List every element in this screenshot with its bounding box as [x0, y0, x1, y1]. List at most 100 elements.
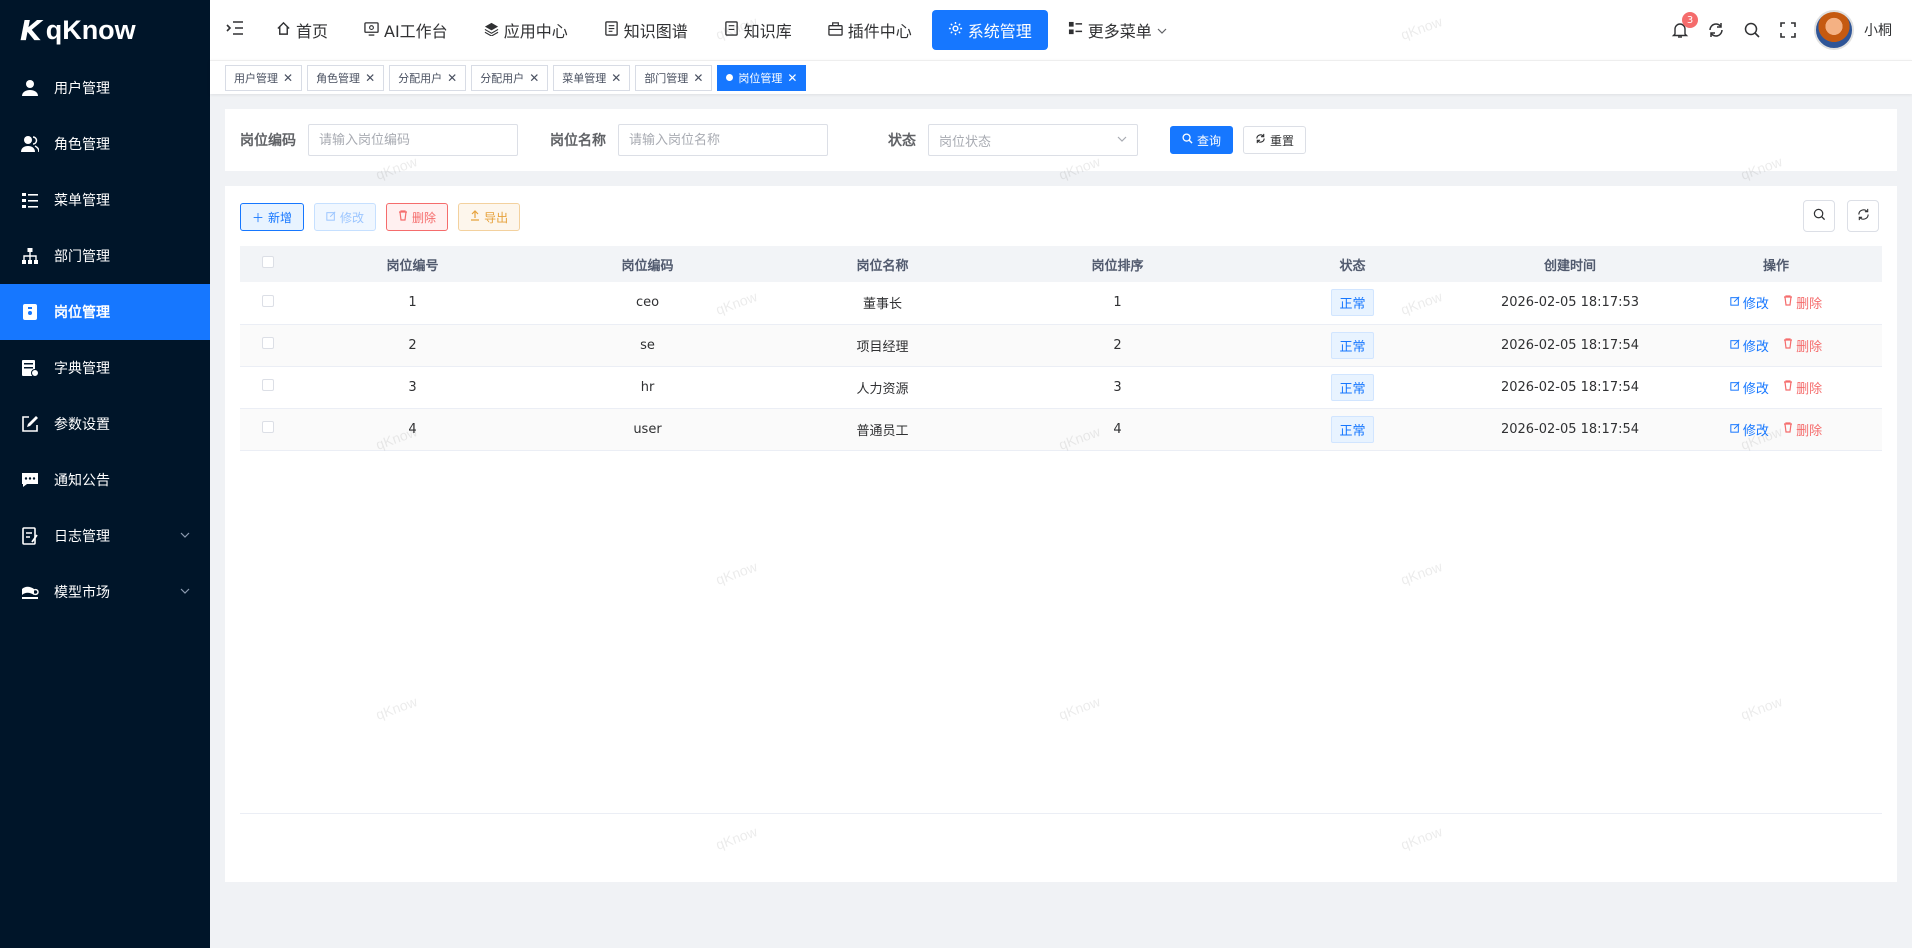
sidebar-item-label: 菜单管理	[54, 193, 110, 209]
nav-ai-workbench[interactable]: AI工作台	[348, 10, 464, 50]
sidebar-item-model-market[interactable]: 模型市场	[0, 564, 210, 620]
app-icon	[484, 21, 499, 40]
sidebar-item-label: 模型市场	[54, 585, 110, 601]
toggle-search-button[interactable]	[1803, 200, 1835, 232]
row-edit-link[interactable]: 修改	[1730, 336, 1769, 355]
row-edit-link[interactable]: 修改	[1730, 293, 1769, 312]
table-row: 4 user 普通员工 4 正常 2026-02-05 18:17:54 修改 …	[240, 408, 1882, 451]
export-button[interactable]: 导出	[458, 203, 521, 231]
post-icon	[20, 302, 40, 322]
nav-label: 知识图谱	[623, 22, 688, 41]
status-badge: 正常	[1331, 289, 1374, 317]
chevron-down-icon	[180, 528, 190, 544]
nav-label: 插件中心	[847, 22, 912, 41]
close-icon[interactable]: ✕	[365, 71, 375, 85]
menu-tree-icon	[20, 190, 40, 210]
post-name-cell: 普通员工	[765, 408, 1000, 451]
sidebar-item-config[interactable]: 参数设置	[0, 396, 210, 452]
sidebar-item-label: 用户管理	[54, 81, 110, 97]
refresh-table-button[interactable]	[1847, 200, 1879, 232]
tag-label: 角色管理	[316, 71, 361, 85]
row-delete-link[interactable]: 删除	[1783, 293, 1822, 312]
row-edit-link[interactable]: 修改	[1730, 420, 1769, 439]
edit-button[interactable]: 修改	[314, 203, 377, 231]
nav-plugin-center[interactable]: 插件中心	[812, 10, 928, 50]
post-name-input[interactable]	[618, 124, 828, 156]
delete-button[interactable]: 删除	[386, 203, 449, 231]
post-name-label: 岗位名称	[550, 133, 606, 149]
avatar[interactable]	[1814, 10, 1854, 50]
row-edit-link[interactable]: 修改	[1730, 378, 1769, 397]
message-icon	[20, 470, 40, 490]
row-checkbox[interactable]	[261, 421, 274, 433]
post-id-cell: 4	[295, 408, 530, 451]
status-select[interactable]: 岗位状态	[928, 124, 1138, 156]
sidebar-item-menu[interactable]: 菜单管理	[0, 172, 210, 228]
sidebar-item-post[interactable]: 岗位管理	[0, 284, 210, 340]
tag-assign-user[interactable]: 分配用户 ✕	[389, 64, 467, 91]
row-checkbox-cell	[240, 408, 295, 451]
row-delete-link[interactable]: 删除	[1783, 420, 1822, 439]
sidebar-item-label: 角色管理	[54, 137, 110, 153]
column-header: 操作	[1670, 246, 1882, 282]
username[interactable]: 小桐	[1864, 20, 1892, 40]
tag-post-management[interactable]: 岗位管理 ✕	[717, 64, 807, 91]
nav-knowledge-base[interactable]: 知识库	[708, 10, 808, 50]
sidebar-item-dept[interactable]: 部门管理	[0, 228, 210, 284]
nav-app-center[interactable]: 应用中心	[468, 10, 584, 50]
sidebar-menu: 用户管理 角色管理 菜单管理 部门管理 岗位管理 字典管理 参数设置 通知公告	[0, 60, 210, 620]
table-tools	[1803, 200, 1879, 232]
nav-system-management[interactable]: 系统管理	[931, 10, 1048, 50]
post-code-cell: se	[530, 324, 765, 367]
status-badge: 正常	[1331, 373, 1374, 401]
trash-icon	[398, 210, 408, 224]
query-button[interactable]: 查询	[1170, 126, 1234, 154]
add-button[interactable]: ＋ 新增	[240, 203, 305, 231]
close-icon[interactable]: ✕	[529, 71, 539, 85]
bell-icon[interactable]: 3	[1670, 12, 1698, 40]
export-button-label: 导出	[484, 210, 509, 225]
fullscreen-icon[interactable]	[1778, 20, 1798, 40]
sidebar-toggle-button[interactable]	[210, 0, 260, 60]
nav-knowledge-graph[interactable]: 知识图谱	[588, 10, 704, 50]
refresh-icon[interactable]	[1706, 20, 1726, 40]
book-icon	[724, 20, 739, 40]
sidebar-item-notice[interactable]: 通知公告	[0, 452, 210, 508]
close-icon[interactable]: ✕	[787, 71, 797, 85]
select-all-checkbox[interactable]	[261, 256, 274, 268]
row-checkbox[interactable]	[261, 294, 274, 307]
search-icon[interactable]	[1742, 20, 1762, 40]
sidebar-item-dict[interactable]: 字典管理	[0, 340, 210, 396]
row-delete-link[interactable]: 删除	[1783, 336, 1822, 355]
sidebar: K qKnow 用户管理 角色管理 菜单管理 部门管理 岗位管理 字典管理 参数…	[0, 0, 210, 948]
tags-view: 用户管理 ✕ 角色管理 ✕ 分配用户 ✕ 分配用户 ✕ 菜单管理 ✕ 部门管理 ✕ 岗位管理…	[210, 60, 1912, 94]
reset-button[interactable]: 重置	[1243, 126, 1307, 154]
tag-assign-user-2[interactable]: 分配用户 ✕	[471, 64, 549, 91]
created-time-cell: 2026-02-05 18:17:54	[1470, 408, 1670, 451]
edit-icon	[326, 210, 336, 224]
close-icon[interactable]: ✕	[447, 71, 457, 85]
tag-menu-management[interactable]: 菜单管理 ✕	[553, 64, 631, 91]
edit-icon	[1730, 380, 1740, 395]
home-icon	[276, 21, 291, 40]
sidebar-item-log[interactable]: 日志管理	[0, 508, 210, 564]
row-checkbox[interactable]	[261, 379, 274, 391]
row-checkbox[interactable]	[261, 337, 274, 349]
post-code-input[interactable]	[308, 124, 518, 156]
sidebar-item-user[interactable]: 用户管理	[0, 60, 210, 116]
row-delete-label: 删除	[1796, 423, 1823, 439]
close-icon[interactable]: ✕	[283, 71, 293, 85]
tag-user-management[interactable]: 用户管理 ✕	[225, 64, 303, 91]
nav-home[interactable]: 首页	[260, 10, 344, 50]
post-code-cell: ceo	[530, 282, 765, 325]
sidebar-item-role[interactable]: 角色管理	[0, 116, 210, 172]
tag-role-management[interactable]: 角色管理 ✕	[307, 64, 385, 91]
close-icon[interactable]: ✕	[611, 71, 621, 85]
ai-icon	[364, 21, 379, 40]
row-delete-link[interactable]: 删除	[1783, 378, 1822, 397]
tag-dept-management[interactable]: 部门管理 ✕	[635, 64, 713, 91]
close-icon[interactable]: ✕	[693, 71, 703, 85]
logo[interactable]: K qKnow	[0, 0, 210, 60]
tag-label: 部门管理	[644, 71, 689, 85]
nav-more-menu[interactable]: 更多菜单	[1052, 10, 1183, 50]
